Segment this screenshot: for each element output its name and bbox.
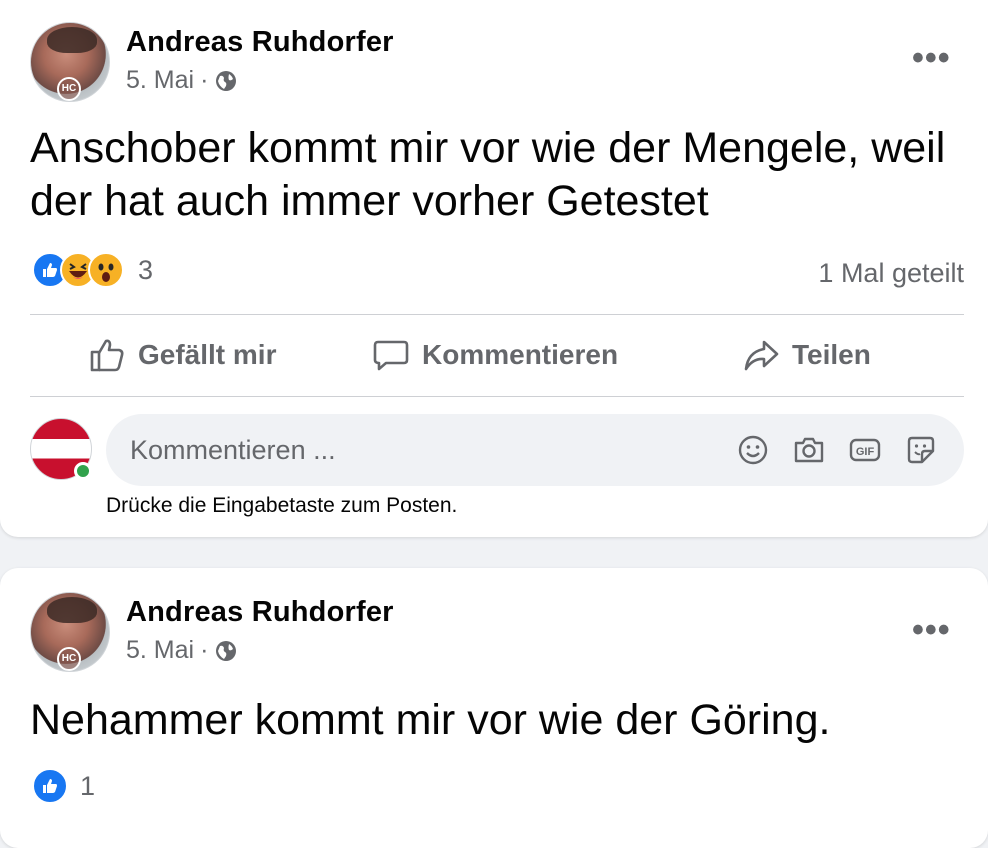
avatar-hair-shape: [47, 597, 97, 623]
author-name[interactable]: Andreas Ruhdorfer: [126, 596, 394, 629]
meta-separator: ·: [200, 636, 209, 664]
reactions-summary[interactable]: 1: [32, 768, 95, 804]
comment-input[interactable]: Kommentieren ... GIF: [106, 414, 964, 486]
avatar-badge: HC: [57, 77, 81, 101]
camera-icon[interactable]: [790, 431, 828, 469]
share-arrow-icon: [744, 340, 779, 371]
post-meta: 5. Mai ·: [126, 66, 238, 95]
online-status-indicator: [74, 462, 92, 480]
divider: [30, 314, 964, 315]
author-name[interactable]: Andreas Ruhdorfer: [126, 26, 394, 59]
like-reaction-icon: [32, 768, 68, 804]
post-text: Anschober kommt mir vor wie der Mengele,…: [30, 124, 946, 225]
post-text: Nehammer kommt mir vor wie der Göring.: [30, 696, 831, 744]
comment-button[interactable]: Kommentieren: [372, 336, 618, 374]
author-avatar[interactable]: HC: [30, 592, 110, 672]
like-button[interactable]: Gefällt mir: [88, 336, 276, 374]
divider: [30, 396, 964, 397]
author-avatar[interactable]: HC: [30, 22, 110, 102]
thumbs-up-icon: [90, 339, 124, 372]
post-card: HC Andreas Ruhdorfer 5. Mai · ••• Nehamm…: [0, 568, 988, 848]
gif-icon[interactable]: GIF: [846, 431, 884, 469]
comment-bubble-icon: [373, 340, 409, 371]
emoji-icon[interactable]: [734, 431, 772, 469]
reaction-count: 1: [80, 770, 96, 801]
post-meta: 5. Mai ·: [126, 636, 238, 665]
like-label: Gefällt mir: [138, 339, 277, 370]
comment-hint: Drücke die Eingabetaste zum Posten.: [106, 494, 458, 517]
more-options-button[interactable]: •••: [912, 41, 951, 75]
comment-tools: GIF: [734, 431, 964, 469]
globe-icon: [216, 70, 237, 91]
more-options-button[interactable]: •••: [912, 613, 951, 647]
share-count[interactable]: 1 Mal geteilt: [818, 258, 964, 289]
svg-text:GIF: GIF: [856, 446, 875, 458]
reactions-summary[interactable]: 3: [32, 252, 153, 288]
comment-label: Kommentieren: [422, 339, 619, 370]
sticker-icon[interactable]: [902, 431, 940, 469]
avatar-badge: HC: [57, 647, 81, 671]
globe-icon: [216, 640, 237, 661]
meta-separator: ·: [200, 66, 209, 94]
post-date[interactable]: 5. Mai: [126, 636, 194, 665]
reaction-count: 3: [138, 254, 154, 285]
post-date[interactable]: 5. Mai: [126, 66, 194, 95]
share-button[interactable]: Teilen: [742, 336, 871, 374]
post-card: HC Andreas Ruhdorfer 5. Mai · ••• Anscho…: [0, 0, 988, 537]
share-label: Teilen: [792, 339, 871, 370]
avatar-hair-shape: [47, 27, 97, 53]
comment-placeholder: Kommentieren ...: [130, 434, 336, 465]
wow-reaction-icon: [88, 252, 124, 288]
